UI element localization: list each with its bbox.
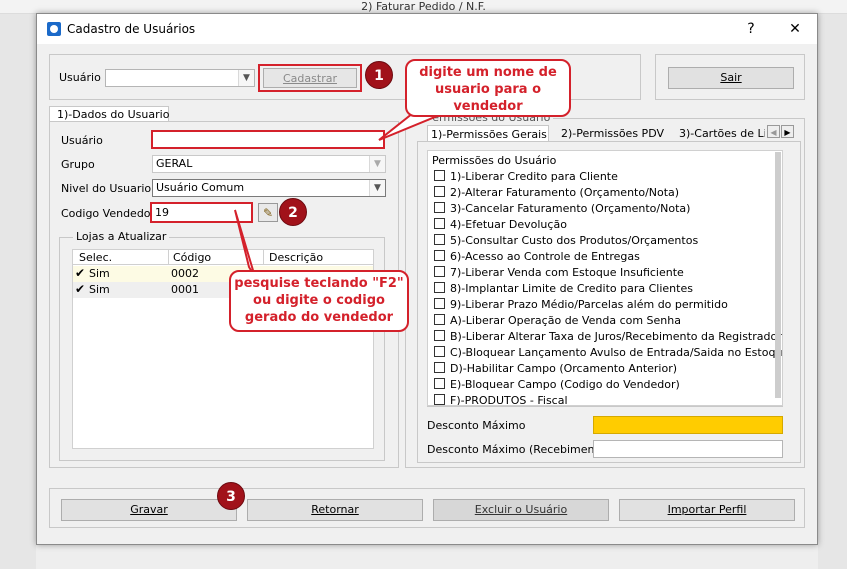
codigo-vendedor-input[interactable]: 19: [150, 202, 253, 223]
retornar-button[interactable]: Retornar: [247, 499, 423, 521]
checkbox[interactable]: [434, 330, 445, 341]
row-codigo: 0001: [171, 283, 199, 296]
list-item[interactable]: 2)-Alterar Faturamento (Orçamento/Nota): [434, 186, 679, 202]
chevron-down-icon[interactable]: ▼: [369, 156, 385, 172]
checkbox[interactable]: [434, 186, 445, 197]
permissions-list: Permissões do Usuário 1)-Liberar Credito…: [427, 150, 783, 406]
checkbox[interactable]: [434, 346, 445, 357]
list-item[interactable]: 3)-Cancelar Faturamento (Orçamento/Nota): [434, 202, 690, 218]
tab-permissoes-pdv[interactable]: 2)-Permissões PDV: [561, 127, 664, 140]
checkbox[interactable]: [434, 298, 445, 309]
checkbox[interactable]: [434, 218, 445, 229]
list-item[interactable]: 5)-Consultar Custo dos Produtos/Orçament…: [434, 234, 698, 250]
checkbox[interactable]: [434, 170, 445, 181]
usuario-name-input[interactable]: [151, 130, 385, 149]
nivel-combo[interactable]: Usuário Comum ▼: [152, 179, 386, 197]
background-title: 2) Faturar Pedido / N.F.: [0, 0, 847, 14]
list-item[interactable]: 1)-Liberar Credito para Cliente: [434, 170, 618, 186]
tab-scroll-right-icon[interactable]: ▶: [781, 125, 794, 138]
tab-cartoes[interactable]: 3)-Cartões de Libe: [679, 127, 765, 140]
checkbox[interactable]: [434, 202, 445, 213]
help-button[interactable]: ?: [731, 14, 771, 44]
sair-button[interactable]: Sair: [668, 67, 794, 89]
tab-permissoes-gerais[interactable]: 1)-Permissões Gerais: [427, 125, 549, 142]
header-codigo: Código: [173, 251, 212, 264]
search-vendedor-icon[interactable]: ✎: [258, 203, 278, 222]
close-button[interactable]: ✕: [775, 14, 815, 44]
list-item[interactable]: B)-Liberar Alterar Taxa de Juros/Recebim…: [434, 330, 782, 346]
checkbox[interactable]: [434, 378, 445, 389]
desconto-input[interactable]: [593, 416, 783, 434]
tab-dados-usuario[interactable]: 1)-Dados do Usuario: [49, 106, 169, 122]
background-panel-right: [818, 14, 847, 569]
users-dialog: Cadastro de Usuários ? ✕ Usuário ▼ Cadas…: [36, 13, 818, 545]
grupo-value: GERAL: [156, 157, 193, 170]
callout-pesquise-f2: pesquise teclando "F2" ou digite o codig…: [229, 270, 409, 332]
lojas-title: Lojas a Atualizar: [73, 230, 170, 243]
background-panel-left: [0, 14, 36, 569]
row-selec: Sim: [89, 283, 110, 296]
row-codigo: 0002: [171, 267, 199, 280]
list-item[interactable]: D)-Habilitar Campo (Orcamento Anterior): [434, 362, 677, 378]
checkbox[interactable]: [434, 314, 445, 325]
nivel-value: Usuário Comum: [156, 181, 245, 194]
list-item[interactable]: F)-PRODUTOS - Fiscal: [434, 394, 568, 405]
grupo-combo[interactable]: GERAL ▼: [152, 155, 386, 173]
check-icon[interactable]: ✔: [75, 282, 85, 296]
desconto-label: Desconto Máximo: [427, 419, 526, 432]
list-item[interactable]: 8)-Implantar Limite de Credito para Clie…: [434, 282, 693, 298]
excluir-usuario-button[interactable]: Excluir o Usuário: [433, 499, 609, 521]
list-item[interactable]: 6)-Acesso ao Controle de Entregas: [434, 250, 640, 266]
list-item[interactable]: 4)-Efetuar Devolução: [434, 218, 567, 234]
tab-scroll-left-icon[interactable]: ◀: [767, 125, 780, 138]
chevron-down-icon[interactable]: ▼: [369, 180, 385, 196]
checkbox[interactable]: [434, 250, 445, 261]
permissions-scrollbar[interactable]: [775, 152, 781, 398]
codigo-vendedor-label: Codigo Vendedor: [61, 207, 156, 220]
header-descricao: Descrição: [269, 251, 324, 264]
column-divider: [168, 250, 169, 265]
divider: [427, 406, 783, 407]
check-icon[interactable]: ✔: [75, 266, 85, 280]
list-item[interactable]: 9)-Liberar Prazo Médio/Parcelas além do …: [434, 298, 728, 314]
step-badge-3: 3: [217, 482, 245, 510]
nivel-label: Nivel do Usuario: [61, 182, 152, 195]
grupo-label: Grupo: [61, 158, 95, 171]
list-item[interactable]: C)-Bloquear Lançamento Avulso de Entrada…: [434, 346, 782, 362]
step-badge-2: 2: [279, 198, 307, 226]
importar-perfil-button[interactable]: Importar Perfil: [619, 499, 795, 521]
chevron-down-icon[interactable]: ▼: [238, 70, 254, 86]
checkbox[interactable]: [434, 266, 445, 277]
list-item[interactable]: E)-Bloquear Campo (Codigo do Vendedor): [434, 378, 680, 394]
cadastrar-button[interactable]: Cadastrar: [263, 68, 357, 88]
gravar-button[interactable]: Gravar: [61, 499, 237, 521]
list-item[interactable]: A)-Liberar Operação de Venda com Senha: [434, 314, 681, 330]
lojas-header: Selec. Código Descrição: [73, 250, 373, 265]
checkbox[interactable]: [434, 362, 445, 373]
header-selec: Selec.: [79, 251, 113, 264]
title-bar[interactable]: Cadastro de Usuários ? ✕: [37, 14, 817, 44]
top-usuario-label: Usuário: [59, 71, 101, 84]
list-item[interactable]: 7)-Liberar Venda com Estoque Insuficient…: [434, 266, 684, 282]
column-divider: [263, 250, 264, 265]
row-selec: Sim: [89, 267, 110, 280]
checkbox[interactable]: [434, 234, 445, 245]
desconto-receb-label: Desconto Máximo (Recebimento): [427, 443, 610, 456]
users-app-icon: [47, 22, 61, 36]
window-title: Cadastro de Usuários: [67, 22, 196, 36]
step-badge-1: 1: [365, 61, 393, 89]
top-usuario-combo[interactable]: ▼: [105, 69, 255, 87]
usuario-label: Usuário: [61, 134, 103, 147]
permissions-list-title: Permissões do Usuário: [432, 154, 557, 167]
desconto-receb-input[interactable]: [593, 440, 783, 458]
callout-digite-nome: digite um nome de usuario para o vendedo…: [405, 59, 571, 117]
checkbox[interactable]: [434, 282, 445, 293]
checkbox[interactable]: [434, 394, 445, 405]
